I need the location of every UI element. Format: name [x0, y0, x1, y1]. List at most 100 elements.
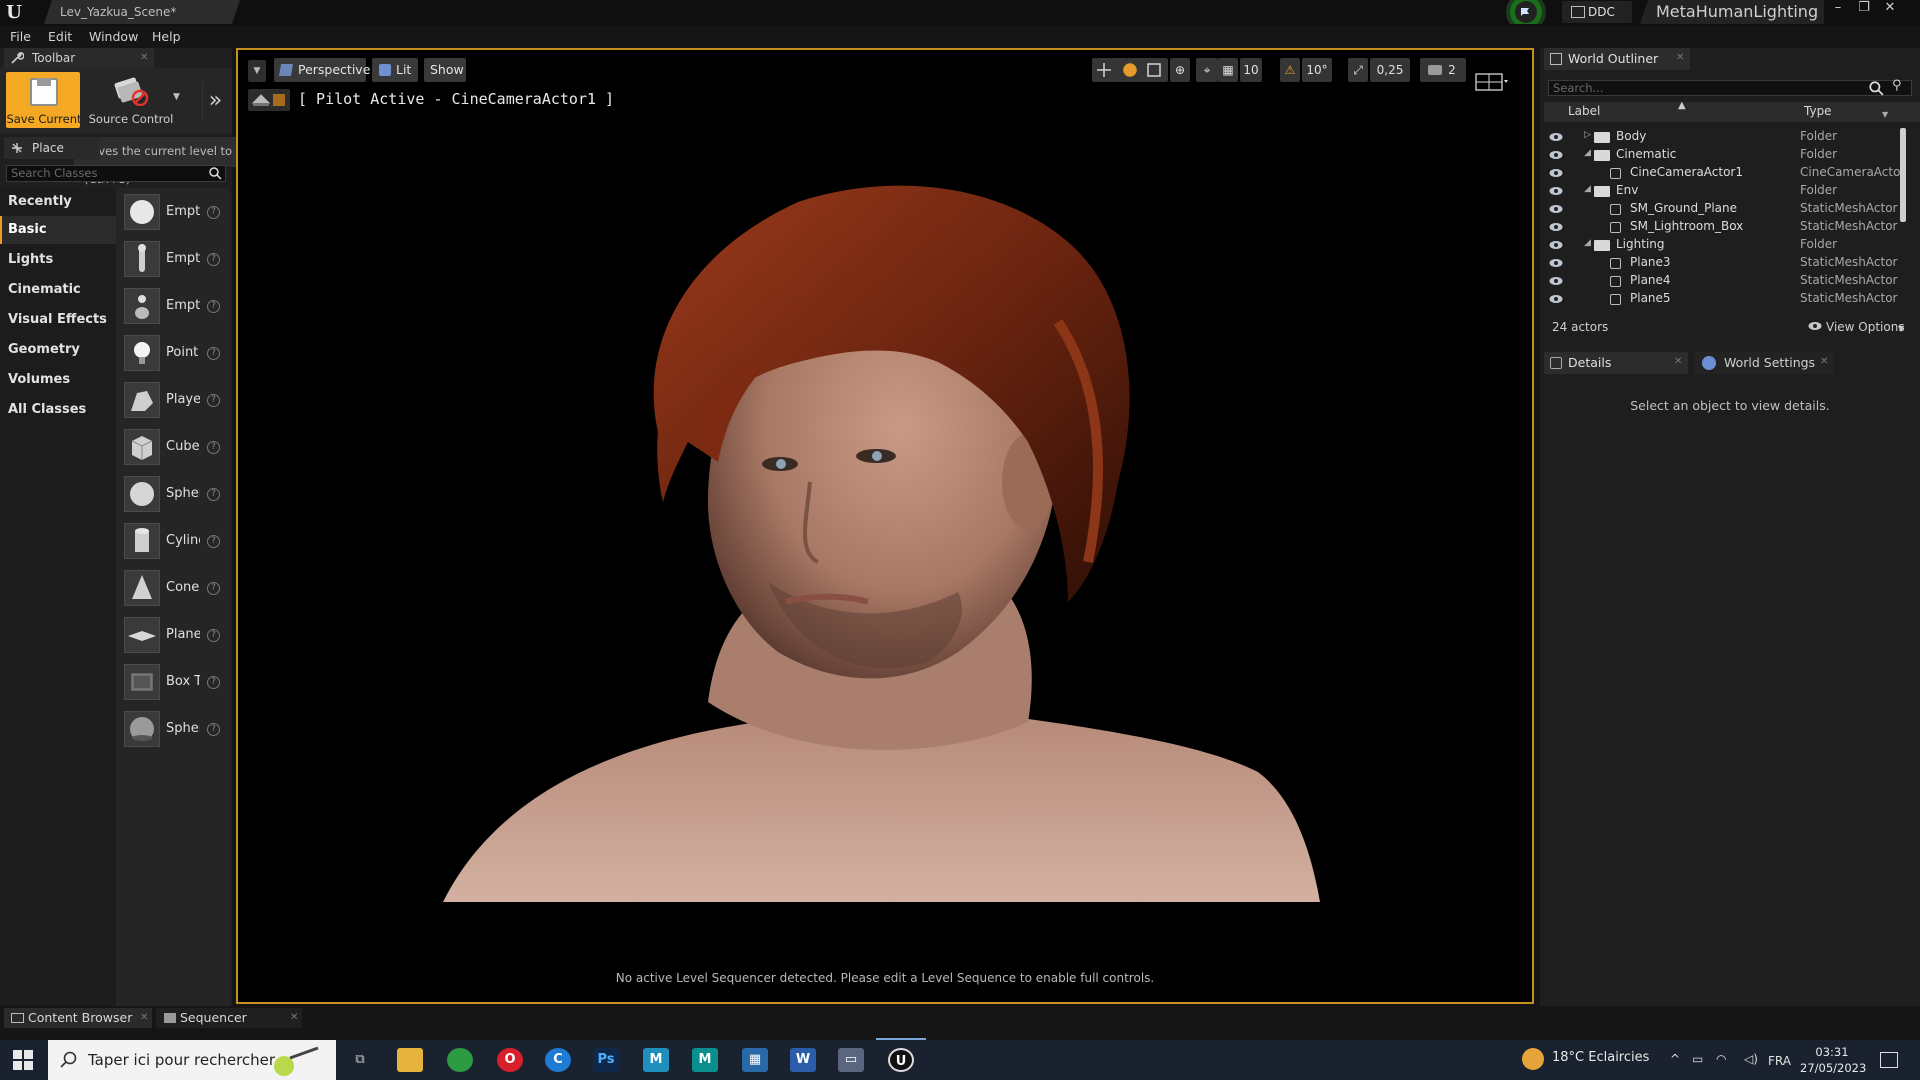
item-label[interactable]: Player Start — [166, 392, 200, 407]
item-label[interactable]: Sphere — [166, 486, 200, 501]
close-tab-icon[interactable]: ✕ — [1820, 356, 1828, 367]
close-window-button[interactable]: ✕ — [1878, 0, 1902, 18]
help-icon[interactable]: ? — [207, 676, 220, 689]
rotation-snap-icon[interactable]: ⚠ — [1280, 58, 1300, 82]
rotation-snap-value[interactable]: 10° — [1302, 58, 1332, 82]
chrome-icon[interactable] — [447, 1048, 473, 1072]
view-options-button[interactable]: View Options — [1826, 320, 1905, 334]
item-label[interactable]: Point Light — [166, 345, 200, 360]
item-label[interactable]: Sphere Trigger — [166, 721, 200, 736]
surface-snap-icon[interactable]: ⌖ — [1196, 58, 1218, 82]
column-type[interactable]: Type — [1804, 104, 1832, 118]
visibility-eye-icon[interactable] — [1549, 240, 1563, 250]
grid-snap-icon[interactable]: ▦ — [1218, 58, 1238, 82]
category-lights[interactable]: Lights — [0, 246, 116, 274]
collapse-arrow-icon[interactable]: ◢ — [1584, 238, 1591, 248]
menu-window[interactable]: Window — [89, 26, 138, 48]
visibility-eye-icon[interactable] — [1549, 276, 1563, 286]
help-icon[interactable]: ? — [207, 723, 220, 736]
photoshop-icon[interactable]: Ps — [593, 1048, 619, 1072]
expand-arrow-icon[interactable]: ▷ — [1584, 130, 1591, 140]
visibility-eye-icon[interactable] — [1549, 294, 1563, 304]
visibility-eye-icon[interactable] — [1549, 150, 1563, 160]
maximize-button[interactable]: ❐ — [1852, 0, 1876, 18]
category-volumes[interactable]: Volumes — [0, 366, 116, 394]
plane-thumbnail[interactable] — [124, 617, 160, 653]
category-cinematic[interactable]: Cinematic — [0, 276, 116, 304]
item-label[interactable]: Cone — [166, 580, 200, 595]
menu-help[interactable]: Help — [152, 26, 181, 48]
help-icon[interactable]: ? — [207, 347, 220, 360]
close-tab-icon[interactable]: ✕ — [1674, 356, 1682, 367]
viewport-layout-icon[interactable] — [1474, 70, 1510, 94]
help-icon[interactable]: ? — [207, 206, 220, 219]
tray-icon[interactable]: ▭ — [1692, 1052, 1703, 1066]
tab-content-browser[interactable]: Content Browser — [4, 1008, 152, 1028]
tab-details[interactable]: Details — [1544, 352, 1688, 374]
chevron-down-icon[interactable]: ▼ — [1882, 110, 1888, 119]
calculator-icon[interactable]: ▦ — [742, 1048, 768, 1072]
pin-icon[interactable]: ⚲ — [1892, 78, 1908, 94]
windows-start-icon[interactable] — [13, 1050, 33, 1070]
close-tab-icon[interactable]: ✕ — [140, 1012, 148, 1023]
app-window-icon[interactable]: ▭ — [838, 1048, 864, 1072]
chevron-down-icon[interactable]: ▼ — [173, 92, 180, 102]
column-label[interactable]: Label — [1568, 104, 1600, 118]
help-icon[interactable]: ? — [207, 394, 220, 407]
document-tab[interactable]: Lev_Yazkua_Scene* — [44, 0, 240, 24]
empty-actor-thumbnail[interactable] — [124, 194, 160, 230]
empty-pawn-thumbnail[interactable] — [124, 288, 160, 324]
minimize-button[interactable]: – — [1826, 0, 1850, 18]
visibility-eye-icon[interactable] — [1549, 168, 1563, 178]
chevron-down-icon[interactable]: ▼ — [1898, 324, 1904, 333]
notification-icon[interactable] — [1880, 1052, 1898, 1068]
visibility-eye-icon[interactable] — [1549, 132, 1563, 142]
item-label[interactable]: Cylinder — [166, 533, 200, 548]
category-geometry[interactable]: Geometry — [0, 336, 116, 364]
outliner-scrollbar[interactable] — [1900, 128, 1906, 222]
item-label[interactable]: Empty Character — [166, 251, 200, 266]
m-app-icon[interactable]: M — [692, 1048, 718, 1072]
box-trigger-thumbnail[interactable] — [124, 664, 160, 700]
grid-snap-value[interactable]: 10 — [1240, 58, 1262, 82]
empty-character-thumbnail[interactable] — [124, 241, 160, 277]
expand-toolbar-button[interactable]: » — [202, 82, 228, 122]
source-control-icon[interactable] — [113, 76, 149, 106]
sphere-trigger-thumbnail[interactable] — [124, 711, 160, 747]
eject-pilot-button[interactable] — [248, 89, 290, 111]
word-icon[interactable]: W — [790, 1048, 816, 1072]
item-label[interactable]: Cube — [166, 439, 200, 454]
category-basic[interactable]: Basic — [0, 216, 116, 244]
search-classes-input[interactable]: Search Classes — [6, 165, 226, 182]
visibility-eye-icon[interactable] — [1549, 204, 1563, 214]
help-icon[interactable]: ? — [207, 253, 220, 266]
tab-toolbar[interactable]: Toolbar — [4, 48, 154, 68]
close-tab-icon[interactable]: ✕ — [290, 1012, 298, 1023]
maya-icon[interactable]: M — [643, 1048, 669, 1072]
network-icon[interactable]: ◠ — [1716, 1052, 1726, 1066]
world-local-toggle-icon[interactable]: ⊕ — [1170, 58, 1190, 82]
help-icon[interactable]: ? — [207, 535, 220, 548]
item-label[interactable]: Plane — [166, 627, 200, 642]
cone-thumbnail[interactable] — [124, 570, 160, 606]
outliner-search-input[interactable]: Search... — [1548, 80, 1912, 96]
transform-tools[interactable] — [1092, 58, 1168, 82]
item-label[interactable]: Empty Pawn — [166, 298, 200, 313]
help-icon[interactable]: ? — [207, 300, 220, 313]
cylinder-thumbnail[interactable] — [124, 523, 160, 559]
status-orb-icon[interactable] — [1503, 0, 1549, 24]
file-explorer-icon[interactable] — [397, 1048, 423, 1072]
collapse-arrow-icon[interactable]: ◢ — [1584, 184, 1591, 194]
task-view-icon[interactable]: ⧉ — [347, 1048, 373, 1072]
opera-icon[interactable]: O — [497, 1048, 523, 1072]
language-indicator[interactable]: FRA — [1768, 1054, 1791, 1068]
c-app-icon[interactable]: C — [545, 1048, 571, 1072]
help-icon[interactable]: ? — [207, 488, 220, 501]
weather-text[interactable]: 18°C Eclaircies — [1552, 1050, 1649, 1065]
menu-edit[interactable]: Edit — [48, 26, 72, 48]
visibility-eye-icon[interactable] — [1549, 258, 1563, 268]
scale-snap-icon[interactable]: ⤢ — [1348, 58, 1368, 82]
help-icon[interactable]: ? — [207, 582, 220, 595]
volume-icon[interactable]: ◁) — [1744, 1052, 1758, 1066]
item-label[interactable]: Empty Actor — [166, 204, 200, 219]
